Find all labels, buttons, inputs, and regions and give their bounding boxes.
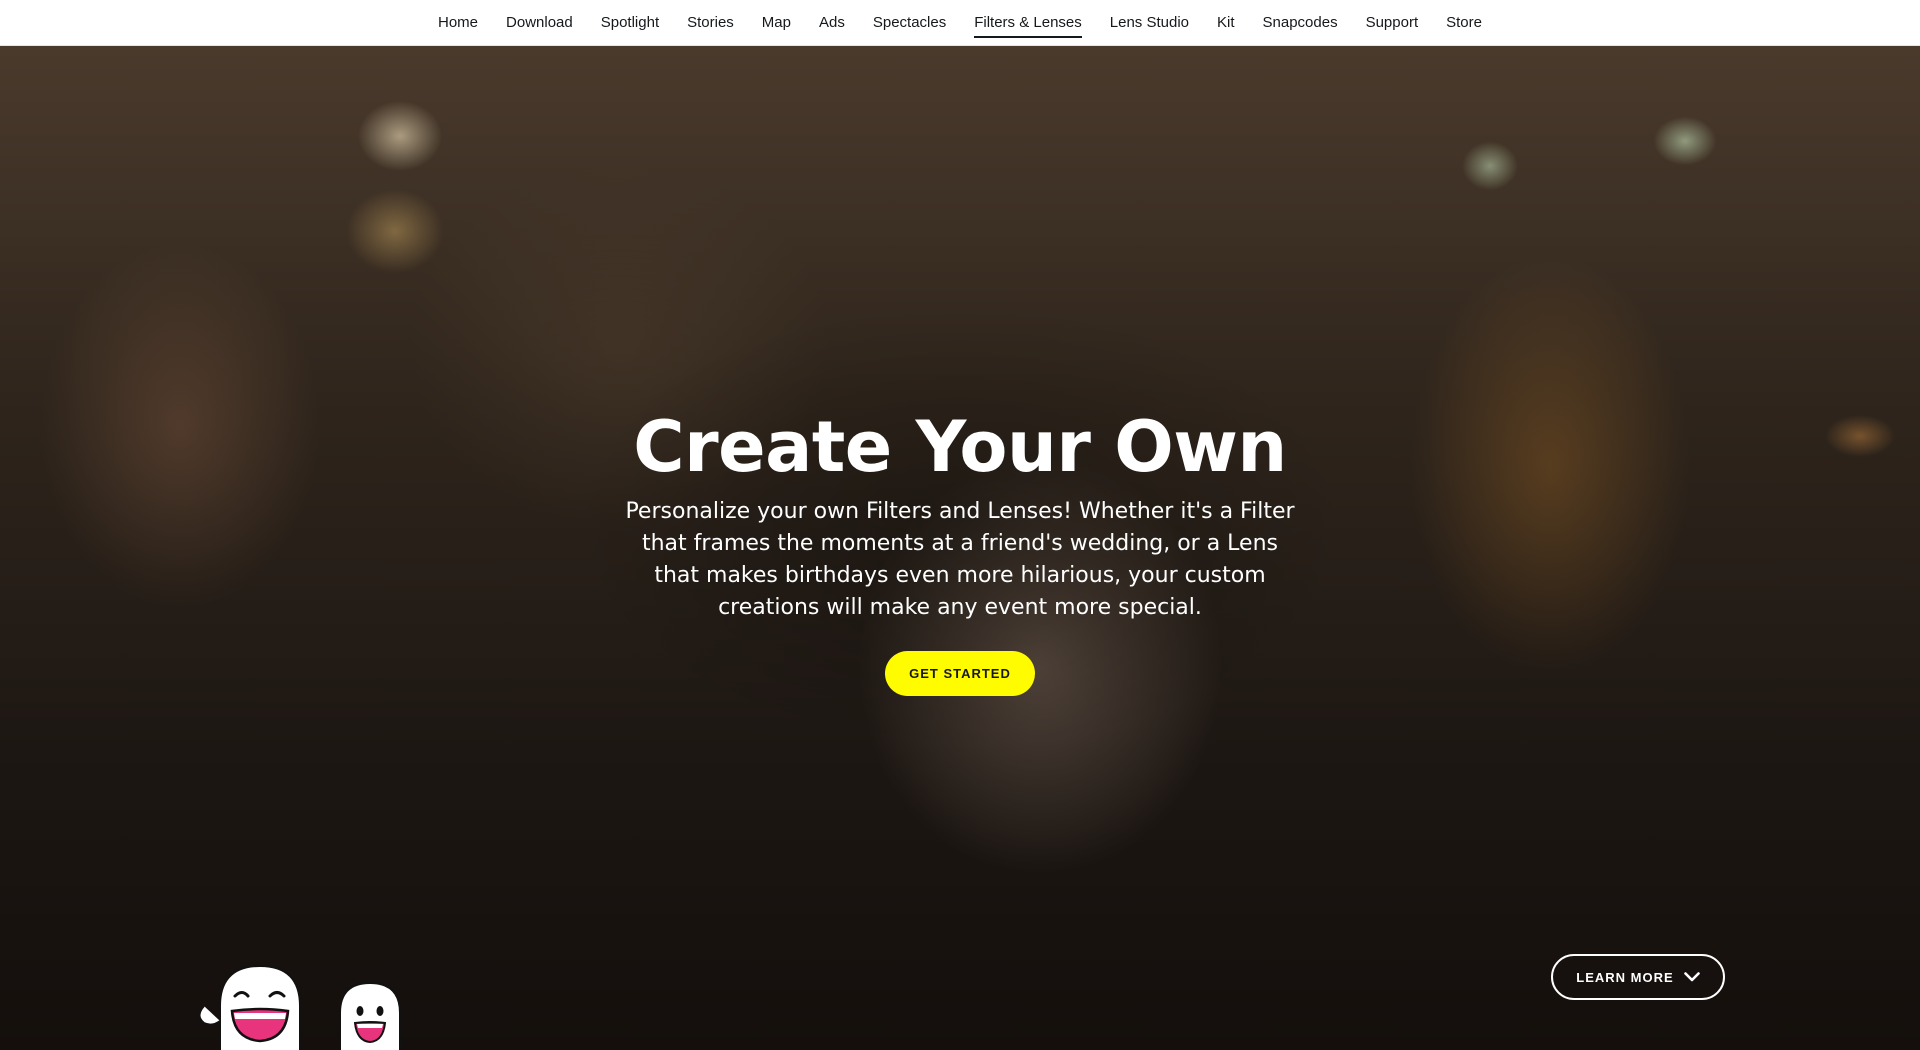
get-started-button[interactable]: GET STARTED <box>885 651 1035 696</box>
nav-item-snapcodes[interactable]: Snapcodes <box>1263 8 1338 38</box>
nav-item-store[interactable]: Store <box>1446 8 1482 38</box>
ghost-mascot-icon <box>198 964 401 1050</box>
nav-item-download[interactable]: Download <box>506 8 573 38</box>
nav-item-ads[interactable]: Ads <box>819 8 845 38</box>
ghost-large-icon <box>198 964 301 1050</box>
hero-title: Create Your Own <box>633 406 1287 488</box>
ghost-small-icon <box>339 981 401 1050</box>
nav-item-support[interactable]: Support <box>1366 8 1419 38</box>
nav-item-kit[interactable]: Kit <box>1217 8 1235 38</box>
nav-item-spectacles[interactable]: Spectacles <box>873 8 946 38</box>
nav-item-home[interactable]: Home <box>438 8 478 38</box>
nav-list: Home Download Spotlight Stories Map Ads … <box>0 0 1920 46</box>
nav-item-map[interactable]: Map <box>762 8 791 38</box>
learn-more-button[interactable]: LEARN MORE <box>1551 954 1725 1000</box>
nav-item-stories[interactable]: Stories <box>687 8 734 38</box>
top-navigation: Home Download Spotlight Stories Map Ads … <box>0 0 1920 46</box>
hero-content: Create Your Own Personalize your own Fil… <box>560 406 1360 696</box>
nav-item-spotlight[interactable]: Spotlight <box>601 8 659 38</box>
hero-subtitle: Personalize your own Filters and Lenses!… <box>625 499 1295 620</box>
nav-item-lens-studio[interactable]: Lens Studio <box>1110 8 1189 38</box>
chevron-down-icon <box>1683 972 1700 982</box>
nav-item-filters-lenses[interactable]: Filters & Lenses <box>974 8 1082 38</box>
hero-section: Create Your Own Personalize your own Fil… <box>0 46 1920 1050</box>
learn-more-label: LEARN MORE <box>1576 969 1674 985</box>
